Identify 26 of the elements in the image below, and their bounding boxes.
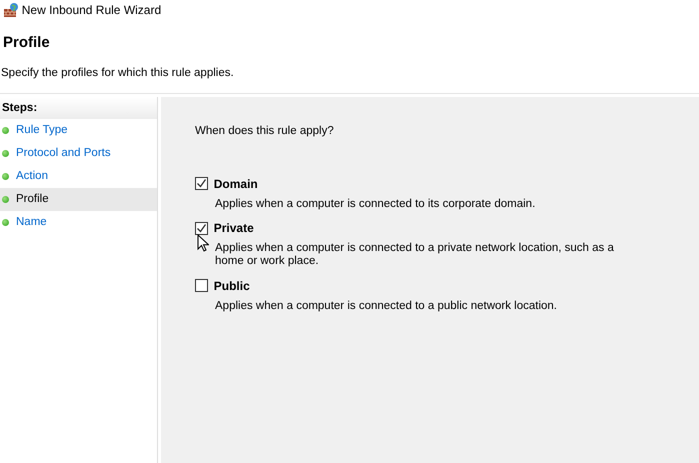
- checkbox-label[interactable]: Domain: [214, 174, 258, 193]
- window-title: New Inbound Rule Wizard: [22, 2, 162, 19]
- checkbox[interactable]: [195, 279, 208, 292]
- checkbox-label[interactable]: Public: [214, 276, 250, 295]
- step-status-icon: [2, 218, 9, 226]
- profile-description: Applies when a computer is connected to its corporate domain.: [215, 198, 536, 212]
- step-item[interactable]: Action: [0, 164, 157, 188]
- checkbox[interactable]: [195, 177, 208, 190]
- step-status-icon: [2, 150, 9, 157]
- step-item[interactable]: Protocol and Ports: [0, 142, 157, 165]
- page-title: Profile: [3, 33, 50, 53]
- step-status-icon: [2, 126, 9, 134]
- step-item[interactable]: Profile: [0, 188, 157, 211]
- step-status-icon: [2, 172, 9, 180]
- step-item[interactable]: Rule Type: [0, 118, 157, 142]
- checkbox-label[interactable]: Private: [214, 219, 254, 238]
- step-status-icon: [2, 196, 9, 203]
- step-item[interactable]: Name: [0, 210, 157, 234]
- steps-heading: Steps:: [2, 102, 38, 114]
- page-subtitle: Specify the profiles for which this rule applies.: [1, 66, 234, 80]
- profile-description: Applies when a computer is connected to a private network location, such as a home or work place.: [215, 242, 615, 269]
- profile-description: Applies when a computer is connected to a public network location.: [215, 300, 558, 313]
- checkbox[interactable]: [195, 222, 208, 235]
- question-text: When does this rule apply?: [195, 124, 334, 139]
- firewall-icon: [2, 2, 19, 18]
- mouse-cursor-icon: [197, 234, 209, 252]
